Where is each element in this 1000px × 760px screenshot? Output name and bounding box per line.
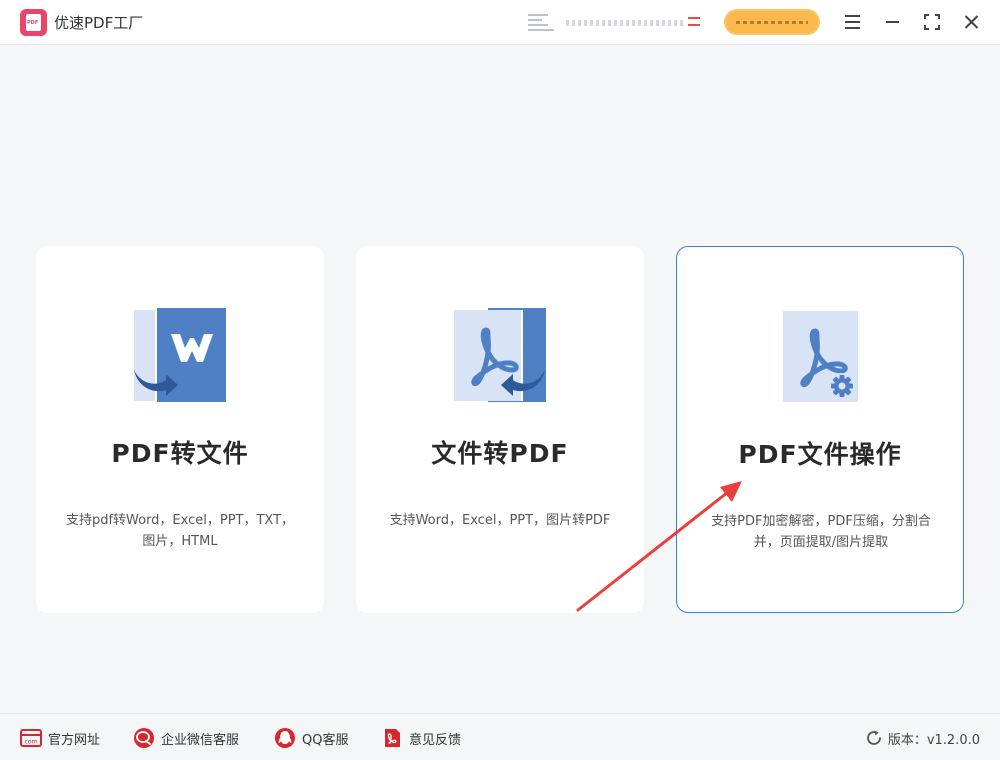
feedback-icon xyxy=(385,729,400,747)
card-title: PDF转文件 xyxy=(111,439,249,468)
close-icon[interactable] xyxy=(960,10,984,34)
version-label: 版本：v1.2.0.0 xyxy=(887,732,980,748)
pdf-to-word-icon xyxy=(134,308,226,402)
pdf-settings-icon xyxy=(783,311,858,402)
version-info: 版本：v1.2.0.0 xyxy=(865,726,980,750)
card-pdf-operations[interactable]: PDF文件操作 支持PDF加密解密，PDF压缩，分割合 并，页面提取/图片提取 xyxy=(676,246,964,613)
card-title: PDF文件操作 xyxy=(738,440,902,469)
card-description: 支持Word，Excel，PPT，图片转PDF xyxy=(389,513,611,528)
website-icon: com xyxy=(20,729,42,747)
title-bar: PDF 优速PDF工厂 xyxy=(0,0,1000,45)
wechat-work-icon xyxy=(134,728,154,748)
user-account[interactable] xyxy=(528,12,703,34)
app-logo-icon: PDF xyxy=(20,9,47,36)
card-file-to-pdf[interactable]: 文件转PDF 支持Word，Excel，PPT，图片转PDF xyxy=(356,246,644,613)
refresh-icon[interactable] xyxy=(865,729,883,747)
user-avatar-icon xyxy=(528,12,554,34)
card-description: 支持pdf转Word，Excel，PPT，TXT， 图片，HTML xyxy=(65,513,295,549)
card-pdf-to-file[interactable]: PDF转文件 支持pdf转Word，Excel，PPT，TXT， 图片，HTML xyxy=(36,246,324,613)
card-description: 支持PDF加密解密，PDF压缩，分割合 并，页面提取/图片提取 xyxy=(711,514,931,550)
footer: com 官方网址 企业微信客服 QQ客服 意见反馈 版本：v1.2.0.0 xyxy=(0,713,1000,760)
maximize-icon[interactable] xyxy=(920,10,944,34)
menu-icon[interactable] xyxy=(840,10,864,34)
footer-link-qq[interactable]: QQ客服 xyxy=(274,726,348,750)
svg-text:com: com xyxy=(25,739,38,746)
file-to-pdf-icon xyxy=(454,308,546,402)
card-title: 文件转PDF xyxy=(431,439,569,468)
vip-button[interactable] xyxy=(724,9,820,35)
user-name-blurred xyxy=(566,20,686,26)
footer-link-wechat-work[interactable]: 企业微信客服 xyxy=(133,726,239,750)
minimize-icon[interactable] xyxy=(880,10,904,34)
footer-link-feedback[interactable]: 意见反馈 xyxy=(381,726,461,750)
qq-icon xyxy=(275,728,295,748)
app-title: 优速PDF工厂 xyxy=(54,14,144,32)
footer-link-website[interactable]: com 官方网址 xyxy=(20,726,100,750)
user-badge xyxy=(688,17,700,26)
